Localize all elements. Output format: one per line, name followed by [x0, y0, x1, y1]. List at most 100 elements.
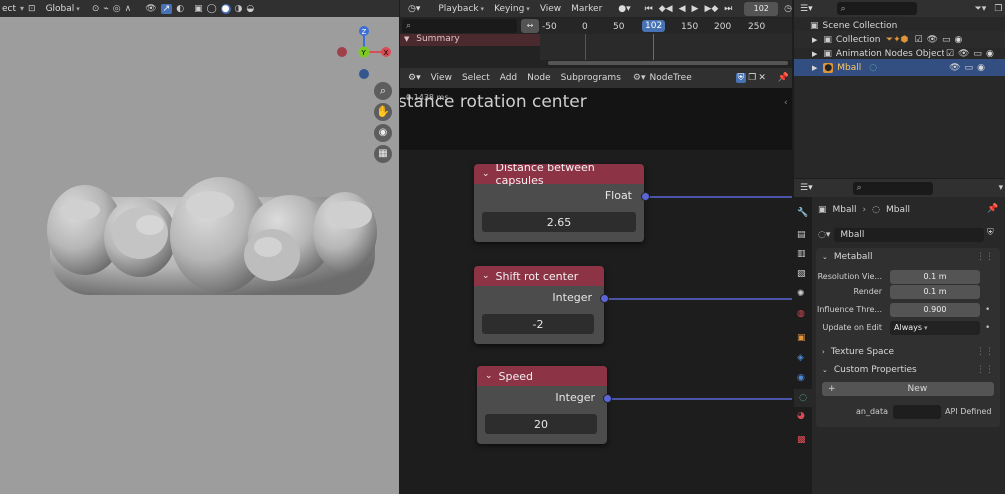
timeline-editor-type-icon[interactable]: ◷▾ — [408, 4, 420, 14]
panel-collapse-icon[interactable]: ⌄ — [822, 253, 828, 261]
summary-row[interactable]: ▼ Summary — [400, 34, 540, 46]
data-block-selector[interactable]: ◌▾ Mball — [818, 228, 984, 242]
playhead-frame-label[interactable]: 102 — [642, 20, 666, 32]
output-socket[interactable] — [641, 192, 650, 201]
node-editor[interactable]: ⚙▾ View Select Add Node Subprograms ⚙▾ N… — [400, 68, 792, 494]
outliner-search[interactable]: ⌕ — [836, 2, 917, 15]
new-property-button[interactable]: + New — [822, 382, 994, 396]
keyframe-area[interactable] — [540, 34, 792, 60]
panel-drag-handle-icon[interactable]: ⋮⋮ — [976, 347, 994, 357]
playhead-line[interactable] — [653, 34, 654, 60]
texture-tab-icon[interactable]: ▩ — [797, 435, 806, 445]
properties-search[interactable]: ⌕ — [852, 181, 933, 195]
data-name-field[interactable]: Mball — [834, 228, 984, 242]
transform-orientation-dropdown[interactable]: Global — [46, 4, 80, 14]
current-frame-field[interactable]: 102 — [744, 1, 779, 16]
viewport-disable-icon[interactable]: ▭ — [965, 63, 974, 73]
node-shift-rot-center[interactable]: ⌄ Shift rot center Integer -2 — [474, 266, 604, 344]
texture-space-panel[interactable]: › Texture Space ⋮⋮ — [816, 343, 1000, 360]
ortho-grid-icon[interactable]: ▦ — [374, 145, 392, 163]
mode-label[interactable]: ect — [2, 4, 16, 14]
solid-shading-icon[interactable]: ● — [220, 3, 231, 14]
output-socket[interactable] — [600, 294, 609, 303]
view-menu[interactable]: View — [540, 4, 561, 14]
snap-icon[interactable]: ⌁ — [103, 4, 108, 14]
expand-arrow-icon[interactable]: ▶ — [812, 64, 817, 72]
outliner-row-mball[interactable]: ▶ ● Mball ◌ 👁 ▭ ◉ — [794, 59, 1005, 76]
render-camera-icon[interactable]: ◉ — [986, 49, 994, 59]
falloff-icon[interactable]: ∧ — [125, 4, 132, 14]
camera-view-icon[interactable]: ◉ — [374, 124, 392, 142]
view-object-types-icon[interactable]: 👁 — [145, 4, 156, 14]
exclude-checkbox-icon[interactable]: ☑ — [946, 49, 954, 59]
outliner-editor-type-icon[interactable]: ☰▾ — [800, 4, 813, 14]
next-keyframe-icon[interactable]: ▶◆ — [704, 4, 718, 14]
world-tab-icon[interactable]: ◍ — [797, 309, 805, 319]
node-value-field[interactable]: -2 — [482, 314, 594, 334]
expand-arrow-icon[interactable]: ▶ — [812, 50, 817, 58]
marker-menu[interactable]: Marker — [571, 4, 602, 14]
update-on-edit-dropdown[interactable]: Always — [890, 320, 980, 335]
render-resolution-field[interactable]: 0.1 m — [890, 284, 980, 299]
expand-arrow-icon[interactable]: ▶ — [812, 36, 817, 44]
collapse-chevron-icon[interactable]: ⌄ — [482, 271, 490, 281]
resolution-viewport-field[interactable]: 0.1 m — [890, 269, 980, 284]
swap-icon[interactable]: ↔ — [521, 19, 539, 33]
new-collection-icon[interactable]: ❐ — [994, 4, 1002, 14]
properties-editor-type-icon[interactable]: ☰▾ — [800, 183, 813, 193]
gizmo-toggle-icon[interactable]: ↗ — [160, 3, 173, 14]
modifiers-tab-icon[interactable]: ◈ — [797, 353, 804, 363]
node-header[interactable]: ⌄ Speed — [477, 366, 607, 386]
physics-tab-icon[interactable]: ◉ — [797, 373, 805, 383]
pin-icon[interactable]: 📌 — [987, 204, 998, 214]
filter-icon[interactable]: ⏷▾ — [975, 4, 987, 14]
navigation-gizmo[interactable]: Z X Y — [330, 22, 396, 82]
metaball-data-tab-icon[interactable]: ◌ — [794, 389, 812, 407]
custom-properties-header[interactable]: ⌄ Custom Properties ⋮⋮ — [816, 361, 1000, 378]
visibility-eye-icon[interactable]: 👁 — [949, 63, 960, 73]
keying-menu[interactable]: Keying — [494, 4, 530, 14]
render-camera-icon[interactable]: ◉ — [977, 63, 985, 73]
viewport-disable-icon[interactable]: ▭ — [973, 49, 982, 59]
xray-icon[interactable]: ▣ — [194, 4, 203, 14]
fake-user-shield-icon[interactable]: ⛨ — [987, 228, 994, 238]
visibility-eye-icon[interactable]: 👁 — [958, 49, 969, 59]
panel-collapse-icon[interactable]: ⌄ — [822, 366, 828, 374]
jump-end-icon[interactable]: ⏭ — [724, 4, 732, 14]
jump-start-icon[interactable]: ⏮ — [645, 4, 653, 14]
panel-drag-handle-icon[interactable]: ⋮⋮ — [976, 252, 994, 262]
an-data-field[interactable] — [893, 404, 941, 419]
metaball-object[interactable] — [40, 175, 385, 320]
exclude-checkbox-icon[interactable]: ☑ — [915, 35, 923, 45]
influence-threshold-field[interactable]: 0.900 — [890, 302, 980, 317]
metaball-panel-header[interactable]: ⌄ Metaball ⋮⋮ — [816, 248, 1000, 265]
render-tab-icon[interactable]: ▤ — [797, 230, 806, 240]
output-tab-icon[interactable]: ▥ — [797, 249, 806, 259]
prev-keyframe-icon[interactable]: ◆◀ — [659, 4, 673, 14]
panel-expand-icon[interactable]: › — [822, 348, 825, 356]
output-socket[interactable] — [603, 394, 612, 403]
view-layer-tab-icon[interactable]: ▧ — [797, 269, 806, 279]
panel-drag-handle-icon[interactable]: ⋮⋮ — [976, 365, 994, 375]
node-value-field[interactable]: 20 — [485, 414, 597, 434]
wireframe-shading-icon[interactable]: ◯ — [207, 4, 217, 14]
rendered-shading-icon[interactable]: ◒ — [246, 4, 254, 14]
object-tab-icon[interactable]: ▣ — [797, 333, 806, 343]
viewport[interactable]: ect ▾ ⊡ Global ⊙ ⌁ ◎ ∧ 👁 ↗ ◐ ▣ ◯ ● ◑ ◒ Z… — [0, 0, 399, 494]
collapse-chevron-icon[interactable]: ⌄ — [482, 169, 490, 179]
scene-tab-icon[interactable]: ✺ — [797, 289, 805, 299]
properties-options-icon[interactable]: ▾ — [999, 183, 1004, 193]
timeline-ruler[interactable]: -50 0 50 102 150 200 250 — [540, 18, 792, 34]
node-value-field[interactable]: 2.65 — [482, 212, 636, 232]
collapse-chevron-icon[interactable]: ⌄ — [485, 371, 493, 381]
overlay-icon[interactable]: ◐ — [176, 4, 184, 14]
clock-icon[interactable]: ◷ — [784, 4, 792, 14]
play-reverse-icon[interactable]: ◀ — [679, 4, 686, 14]
material-shading-icon[interactable]: ◑ — [235, 4, 243, 14]
pivot-icon[interactable]: ⊡ — [28, 4, 36, 14]
viewport-disable-icon[interactable]: ▭ — [942, 35, 951, 45]
node-header[interactable]: ⌄ Distance between capsules — [474, 164, 644, 187]
pan-hand-icon[interactable]: ✋ — [374, 103, 392, 121]
playback-menu[interactable]: Playback — [438, 4, 484, 14]
visibility-eye-icon[interactable]: 👁 — [927, 35, 938, 45]
